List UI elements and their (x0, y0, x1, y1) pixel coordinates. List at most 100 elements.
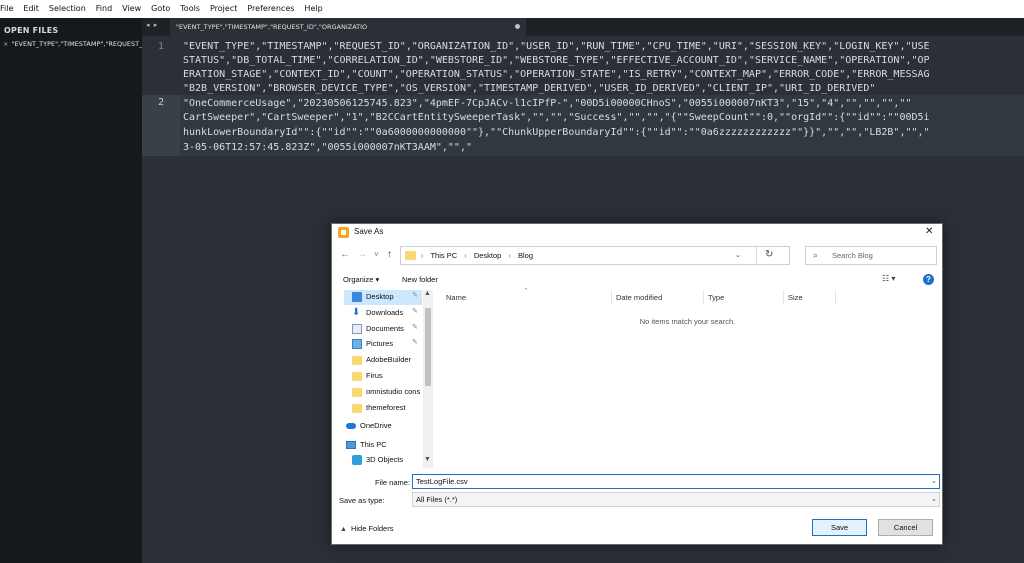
menu-view[interactable]: View (117, 0, 146, 18)
chevron-down-icon[interactable]: ⌄ (931, 493, 937, 506)
breadcrumb-desktop[interactable]: Desktop (474, 251, 502, 260)
pin-icon[interactable]: ✎ (412, 323, 418, 331)
save-type-row: Save as type: All Files (*.*) ⌄ (332, 492, 942, 508)
nav-item-firus[interactable]: Firus (344, 369, 422, 384)
nav-item-label: Pictures (366, 339, 394, 348)
scroll-up-icon[interactable]: ▲ (424, 290, 431, 297)
menu-tools[interactable]: Tools (175, 0, 205, 18)
tab-nav-arrows-icon[interactable]: ◂ ▸ (146, 21, 158, 29)
editor-tab[interactable]: "EVENT_TYPE","TIMESTAMP","REQUEST_ID","O… (170, 18, 526, 36)
nav-item-downloads[interactable]: ⬇ Downloads ✎ (344, 306, 422, 321)
nav-item-onedrive[interactable]: OneDrive (344, 419, 422, 434)
close-file-icon[interactable]: × (3, 40, 8, 48)
menu-edit[interactable]: Edit (18, 0, 44, 18)
nav-item-documents[interactable]: Documents ✎ (344, 322, 422, 337)
nav-item-label: Downloads (366, 308, 404, 317)
pin-icon[interactable]: ✎ (412, 338, 418, 346)
column-divider[interactable] (835, 290, 836, 305)
nav-item-themeforest[interactable]: themeforest (344, 401, 422, 416)
breadcrumb-this-pc[interactable]: This PC (430, 251, 457, 260)
code-line: CartSweeper","CartSweeper","1","B2CCartE… (183, 112, 930, 123)
back-arrow-icon[interactable]: ← (340, 249, 350, 260)
onedrive-icon (346, 423, 356, 429)
tab-bar: ◂ ▸ "EVENT_TYPE","TIMESTAMP","REQUEST_ID… (142, 18, 1024, 36)
column-divider[interactable] (703, 290, 704, 305)
unsaved-dot-icon[interactable] (515, 24, 520, 29)
menu-project[interactable]: Project (205, 0, 242, 18)
pin-icon[interactable]: ✎ (412, 291, 418, 299)
nav-item-3d-objects[interactable]: 3D Objects (344, 453, 422, 468)
save-type-value: All Files (*.*) (416, 495, 458, 504)
breadcrumb: › This PC › Desktop › Blog (421, 251, 538, 260)
nav-item-label: Desktop (366, 292, 394, 301)
address-bar[interactable]: › This PC › Desktop › Blog ⌄ ↻ (400, 246, 790, 265)
menu-preferences[interactable]: Preferences (242, 0, 299, 18)
nav-item-omnistudio[interactable]: omnistudio cons (344, 385, 422, 400)
search-input[interactable]: ⌕ Search Blog (805, 246, 937, 265)
line-number-active: 2 (142, 95, 180, 110)
column-type[interactable]: Type (708, 293, 724, 302)
cancel-button[interactable]: Cancel (878, 519, 933, 536)
command-bar: Organize ▾ New folder ☷ ▾ ? (332, 271, 942, 289)
sidebar: OPEN FILES × "EVENT_TYPE","TIMESTAMP","RE… (0, 18, 142, 563)
address-divider (756, 247, 757, 264)
address-row: ← → ˅ ↑ › This PC › Desktop › Blog ⌄ ↻ ⌕… (332, 244, 942, 266)
refresh-icon[interactable]: ↻ (765, 249, 773, 260)
folder-icon (352, 388, 362, 397)
nav-item-pictures[interactable]: Pictures ✎ (344, 337, 422, 352)
address-dropdown-icon[interactable]: ⌄ (735, 251, 741, 259)
menu-selection[interactable]: Selection (44, 0, 91, 18)
forward-arrow-icon[interactable]: → (357, 249, 367, 260)
menu-bar: File Edit Selection Find View Goto Tools… (0, 0, 1024, 18)
new-folder-button[interactable]: New folder (402, 275, 438, 284)
pin-icon[interactable]: ✎ (412, 307, 418, 315)
nav-item-label: 3D Objects (366, 455, 404, 464)
breadcrumb-separator: › (464, 251, 467, 260)
chevron-down-icon[interactable]: ⌄ (931, 475, 937, 488)
folder-icon (352, 404, 362, 413)
close-icon[interactable]: ✕ (925, 226, 933, 237)
dialog-title-bar: Save As ✕ (332, 224, 942, 242)
column-date-modified[interactable]: Date modified (616, 293, 662, 302)
folder-icon (352, 372, 362, 381)
menu-help[interactable]: Help (299, 0, 327, 18)
nav-item-this-pc[interactable]: This PC (344, 438, 422, 453)
column-size[interactable]: Size (788, 293, 803, 302)
scroll-down-icon[interactable]: ▼ (424, 456, 431, 463)
menu-file[interactable]: File (0, 0, 18, 18)
menu-find[interactable]: Find (91, 0, 117, 18)
scroll-thumb[interactable] (425, 308, 431, 386)
nav-item-adobebuilder[interactable]: AdobeBuilder (344, 353, 422, 368)
column-divider[interactable] (611, 290, 612, 305)
recent-locations-icon[interactable]: ˅ (374, 250, 379, 259)
code-line: "B2B_VERSION","BROWSER_DEVICE_TYPE","OS_… (183, 83, 876, 94)
file-list-header: ⌃ Name Date modified Type Size (435, 288, 940, 305)
save-type-select[interactable]: All Files (*.*) ⌄ (412, 492, 940, 507)
nav-item-label: AdobeBuilder (366, 355, 412, 364)
hide-folders-button[interactable]: ▲ Hide Folders (340, 524, 393, 533)
folder-icon (352, 356, 362, 365)
file-name-value: TestLogFile.csv (416, 477, 468, 486)
nav-item-label: Documents (366, 324, 404, 333)
help-icon[interactable]: ? (923, 274, 934, 285)
code-line: hunkLowerBoundaryId"":{""id"":""0a600000… (183, 127, 930, 138)
view-options-icon[interactable]: ☷ ▾ (882, 274, 895, 283)
file-name-row: File name: TestLogFile.csv ⌄ (332, 474, 942, 490)
column-name[interactable]: Name (446, 293, 466, 302)
nav-item-label: OneDrive (360, 421, 392, 430)
desktop-icon (352, 292, 362, 302)
nav-pane-scrollbar[interactable]: ▲ ▼ (423, 290, 433, 468)
nav-item-label: omnistudio cons (366, 387, 421, 396)
this-pc-icon (346, 441, 356, 449)
column-divider[interactable] (783, 290, 784, 305)
breadcrumb-blog[interactable]: Blog (518, 251, 533, 260)
file-name-input[interactable]: TestLogFile.csv ⌄ (412, 474, 940, 489)
organize-button[interactable]: Organize ▾ (343, 275, 379, 284)
open-file-item[interactable]: × "EVENT_TYPE","TIMESTAMP","REQUEST_ (3, 40, 142, 48)
open-file-label: "EVENT_TYPE","TIMESTAMP","REQUEST_ (11, 40, 142, 48)
save-button[interactable]: Save (812, 519, 867, 536)
nav-item-desktop[interactable]: Desktop ✎ (344, 290, 422, 305)
menu-goto[interactable]: Goto (146, 0, 175, 18)
up-arrow-icon[interactable]: ↑ (387, 249, 392, 260)
open-files-header: OPEN FILES (4, 26, 59, 35)
